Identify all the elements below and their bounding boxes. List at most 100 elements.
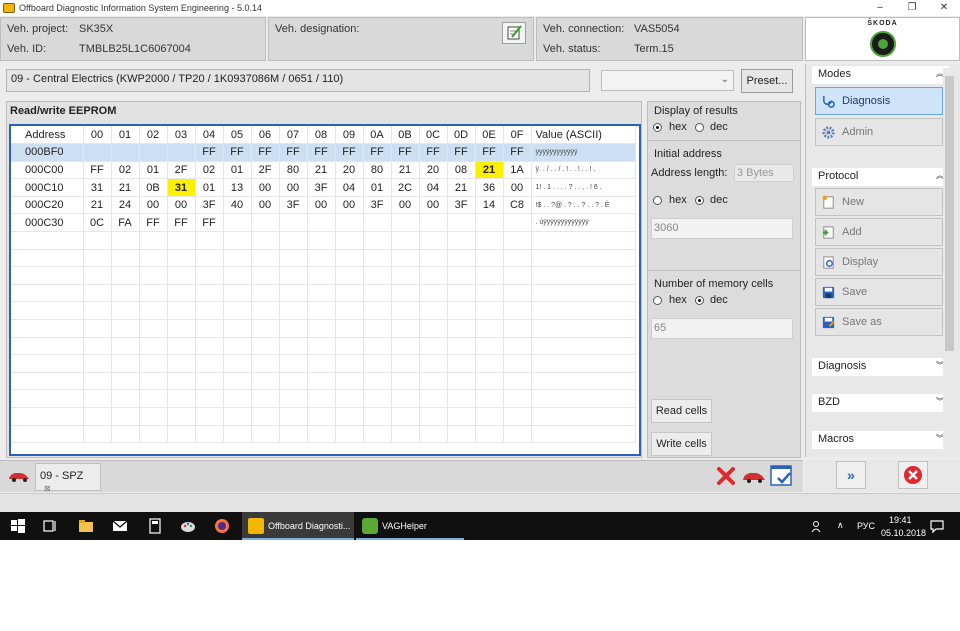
byte-cell[interactable] bbox=[503, 301, 532, 321]
table-row[interactable] bbox=[11, 231, 636, 250]
byte-cell[interactable]: 31 bbox=[83, 178, 112, 197]
byte-cell[interactable]: 04 bbox=[419, 178, 448, 197]
firefox-icon[interactable] bbox=[214, 518, 230, 534]
byte-cell[interactable] bbox=[475, 425, 504, 444]
bzd-header[interactable]: BZD ︾ bbox=[812, 394, 949, 412]
byte-cell[interactable] bbox=[167, 425, 196, 444]
byte-cell[interactable]: 20 bbox=[335, 161, 364, 180]
byte-cell[interactable] bbox=[195, 284, 224, 303]
byte-cell[interactable]: 31 bbox=[167, 178, 196, 197]
table-row[interactable]: 000BF0 FF FF FF FF FF FF FF FF FF FF FF FF ÿÿÿÿÿÿÿÿÿÿ… bbox=[11, 143, 636, 162]
byte-cell[interactable]: 80 bbox=[363, 161, 392, 180]
cells-hex-radio[interactable] bbox=[653, 296, 662, 305]
byte-cell[interactable] bbox=[111, 266, 140, 285]
byte-cell[interactable] bbox=[139, 143, 168, 162]
byte-cell[interactable] bbox=[251, 213, 280, 233]
protocol-header[interactable]: Protocol ︽ bbox=[812, 168, 949, 186]
byte-cell[interactable] bbox=[279, 319, 308, 338]
byte-cell[interactable] bbox=[363, 354, 392, 373]
byte-cell[interactable]: 01 bbox=[223, 161, 252, 180]
close-window-button[interactable]: ✕ bbox=[928, 0, 960, 16]
byte-cell[interactable]: 01 bbox=[139, 161, 168, 180]
byte-cell[interactable] bbox=[279, 249, 308, 268]
table-row[interactable] bbox=[11, 389, 636, 408]
byte-cell[interactable]: FF bbox=[363, 143, 392, 162]
byte-cell[interactable] bbox=[223, 213, 252, 233]
byte-cell[interactable] bbox=[139, 407, 168, 426]
maximize-button[interactable]: ❐ bbox=[896, 0, 928, 16]
byte-cell[interactable]: FF bbox=[195, 213, 224, 233]
protocol-save-as-button[interactable]: Save as bbox=[815, 308, 943, 336]
byte-cell[interactable] bbox=[307, 372, 336, 391]
byte-cell[interactable] bbox=[307, 407, 336, 426]
byte-cell[interactable] bbox=[419, 213, 448, 233]
byte-cell[interactable] bbox=[447, 319, 476, 338]
byte-cell[interactable] bbox=[251, 319, 280, 338]
byte-cell[interactable] bbox=[307, 389, 336, 408]
byte-cell[interactable] bbox=[307, 301, 336, 321]
byte-cell[interactable] bbox=[279, 407, 308, 426]
address-length-select[interactable]: 3 Bytes bbox=[734, 164, 794, 182]
byte-cell[interactable] bbox=[195, 372, 224, 391]
display-hex-radio[interactable] bbox=[653, 123, 662, 132]
write-cells-button[interactable]: Write cells bbox=[651, 432, 712, 456]
byte-cell[interactable] bbox=[223, 266, 252, 285]
byte-cell[interactable] bbox=[111, 425, 140, 444]
byte-cell[interactable] bbox=[503, 266, 532, 285]
byte-cell[interactable] bbox=[307, 213, 336, 233]
byte-cell[interactable]: 13 bbox=[223, 178, 252, 197]
byte-cell[interactable]: 0C bbox=[83, 213, 112, 233]
protocol-new-button[interactable]: New bbox=[815, 188, 943, 216]
byte-cell[interactable] bbox=[419, 284, 448, 303]
tray-chevron-up-icon[interactable]: ∧ bbox=[837, 520, 844, 531]
byte-cell[interactable] bbox=[419, 425, 448, 444]
byte-cell[interactable] bbox=[251, 301, 280, 321]
byte-cell[interactable]: 01 bbox=[363, 178, 392, 197]
byte-cell[interactable] bbox=[111, 389, 140, 408]
byte-cell[interactable] bbox=[223, 372, 252, 391]
byte-cell[interactable] bbox=[475, 354, 504, 373]
diagnosis-mode-button[interactable]: Diagnosis bbox=[815, 87, 943, 115]
byte-cell[interactable] bbox=[223, 231, 252, 250]
byte-cell[interactable] bbox=[139, 337, 168, 356]
byte-cell[interactable]: FA bbox=[111, 213, 140, 233]
byte-cell[interactable]: FF bbox=[335, 143, 364, 162]
byte-cell[interactable] bbox=[111, 372, 140, 391]
byte-cell[interactable] bbox=[419, 266, 448, 285]
byte-cell[interactable] bbox=[391, 249, 420, 268]
byte-cell[interactable] bbox=[419, 407, 448, 426]
byte-cell[interactable] bbox=[251, 337, 280, 356]
byte-cell[interactable] bbox=[111, 354, 140, 373]
byte-cell[interactable] bbox=[167, 337, 196, 356]
byte-cell[interactable] bbox=[195, 249, 224, 268]
byte-cell[interactable] bbox=[251, 389, 280, 408]
sidebar-scrollbar[interactable] bbox=[943, 68, 956, 452]
byte-cell[interactable]: FF bbox=[279, 143, 308, 162]
table-row[interactable] bbox=[11, 301, 636, 321]
people-icon[interactable] bbox=[810, 518, 826, 534]
checklist-window-icon[interactable] bbox=[770, 465, 794, 487]
byte-cell[interactable]: 00 bbox=[251, 196, 280, 215]
exit-button[interactable] bbox=[898, 461, 928, 489]
byte-cell[interactable]: FF bbox=[83, 161, 112, 180]
byte-cell[interactable] bbox=[307, 249, 336, 268]
byte-cell[interactable] bbox=[195, 407, 224, 426]
byte-cell[interactable] bbox=[139, 301, 168, 321]
minimize-button[interactable]: – bbox=[864, 0, 896, 16]
initial-hex-radio[interactable] bbox=[653, 196, 662, 205]
taskbar-vaghelper-app[interactable]: VAGHelper bbox=[356, 512, 464, 540]
byte-cell[interactable] bbox=[111, 249, 140, 268]
byte-cell[interactable] bbox=[167, 249, 196, 268]
byte-cell[interactable] bbox=[167, 354, 196, 373]
byte-cell[interactable]: 21 bbox=[391, 161, 420, 180]
table-row[interactable] bbox=[11, 372, 636, 391]
table-row[interactable] bbox=[11, 354, 636, 373]
byte-cell[interactable] bbox=[447, 213, 476, 233]
byte-cell[interactable] bbox=[307, 284, 336, 303]
byte-cell[interactable] bbox=[195, 337, 224, 356]
paint-icon[interactable] bbox=[180, 518, 196, 534]
task-view-icon[interactable] bbox=[42, 518, 58, 534]
byte-cell[interactable]: 00 bbox=[139, 196, 168, 215]
taskbar-odis-app[interactable]: Offboard Diagnosti... bbox=[242, 512, 354, 540]
byte-cell[interactable] bbox=[251, 284, 280, 303]
